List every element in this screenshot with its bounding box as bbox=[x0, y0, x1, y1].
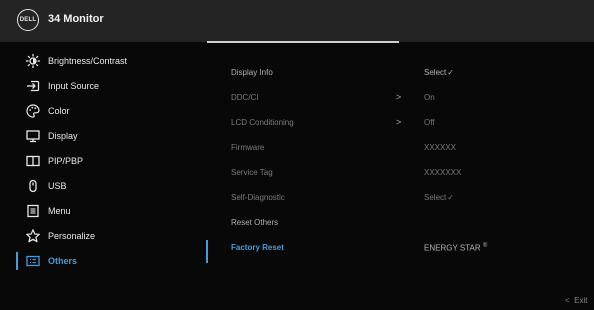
row-label: Factory Reset bbox=[231, 243, 284, 252]
row-label: Display Info bbox=[231, 68, 273, 77]
color-icon bbox=[26, 103, 40, 118]
row-display-info[interactable]: Display Info Select✓ bbox=[231, 68, 551, 82]
input-source-icon bbox=[26, 79, 40, 93]
usb-icon bbox=[26, 179, 40, 193]
row-label: Service Tag bbox=[231, 168, 273, 177]
row-self-diagnostic[interactable]: Self-Diagnostic Select✓ bbox=[231, 193, 551, 207]
check-icon: ✓ bbox=[447, 68, 454, 77]
sidebar-item-label: Personalize bbox=[48, 230, 96, 241]
chevron-right-icon: > bbox=[396, 117, 402, 127]
sidebar-item-input-source[interactable]: Input Source bbox=[0, 73, 205, 98]
others-icon bbox=[26, 254, 40, 268]
sidebar-item-label: Menu bbox=[48, 205, 71, 216]
row-value: XXXXXXX bbox=[424, 168, 462, 177]
row-lcd-conditioning[interactable]: LCD Conditioning > Off bbox=[231, 117, 551, 132]
row-value: Select✓ bbox=[424, 193, 454, 202]
star-icon bbox=[26, 228, 40, 243]
chevron-left-icon: < bbox=[565, 296, 570, 305]
sidebar-item-label: Color bbox=[48, 105, 70, 116]
display-icon bbox=[26, 129, 40, 143]
sidebar-item-label: Brightness/Contrast bbox=[48, 55, 128, 66]
active-indicator bbox=[16, 251, 18, 270]
row-reset-others[interactable]: Reset Others bbox=[231, 218, 551, 232]
row-label: Reset Others bbox=[231, 218, 279, 227]
sidebar-item-pip-pbp[interactable]: PIP/PBP bbox=[0, 148, 205, 173]
sidebar-item-display[interactable]: Display bbox=[0, 123, 205, 148]
sidebar-item-label: PIP/PBP bbox=[48, 155, 84, 166]
exit-button[interactable]: < Exit bbox=[565, 296, 587, 305]
energy-star-label: ENERGY STAR ® bbox=[424, 243, 488, 253]
row-value: Select✓ bbox=[424, 68, 454, 77]
menu-icon bbox=[26, 204, 40, 218]
check-icon: ✓ bbox=[447, 193, 454, 202]
sidebar-item-others[interactable]: Others bbox=[0, 248, 205, 273]
row-label: Self-Diagnostic bbox=[231, 193, 285, 202]
sidebar-item-personalize[interactable]: Personalize bbox=[0, 223, 205, 248]
sidebar-item-label: Display bbox=[48, 130, 78, 141]
sidebar-item-menu[interactable]: Menu bbox=[0, 198, 205, 223]
sidebar-item-brightness-contrast[interactable]: Brightness/Contrast bbox=[0, 48, 205, 73]
row-factory-reset[interactable]: Factory Reset ENERGY STAR ® bbox=[231, 243, 551, 257]
submenu-selection-indicator bbox=[206, 240, 208, 263]
row-label: Firmware bbox=[231, 143, 265, 152]
sidebar-item-label: USB bbox=[48, 180, 67, 191]
sidebar-item-color[interactable]: Color bbox=[0, 98, 205, 123]
osd-menu: DELL 34 Monitor Brightness/Contrast Inpu… bbox=[0, 0, 594, 310]
exit-label: Exit bbox=[574, 296, 588, 305]
row-label: DDC/CI bbox=[231, 93, 259, 102]
dell-logo: DELL bbox=[17, 9, 39, 31]
monitor-title: 34 Monitor bbox=[48, 13, 104, 25]
row-service-tag: Service Tag XXXXXXX bbox=[231, 168, 551, 182]
sidebar-item-label: Others bbox=[48, 255, 78, 266]
row-label: LCD Conditioning bbox=[231, 118, 294, 127]
sidebar-item-label: Input Source bbox=[48, 80, 100, 91]
sidebar-item-usb[interactable]: USB bbox=[0, 173, 205, 198]
registered-mark: ® bbox=[482, 243, 488, 249]
row-value: XXXXXX bbox=[424, 143, 457, 152]
submenu-header-line bbox=[207, 41, 399, 43]
row-value: On bbox=[424, 93, 435, 102]
chevron-right-icon: > bbox=[396, 92, 402, 102]
row-ddc-ci[interactable]: DDC/CI > On bbox=[231, 92, 551, 107]
row-firmware: Firmware XXXXXX bbox=[231, 143, 551, 157]
title-bar: DELL 34 Monitor bbox=[0, 0, 594, 42]
brightness-icon bbox=[25, 53, 41, 68]
pip-pbp-icon bbox=[26, 154, 40, 168]
row-value: Off bbox=[424, 118, 435, 127]
